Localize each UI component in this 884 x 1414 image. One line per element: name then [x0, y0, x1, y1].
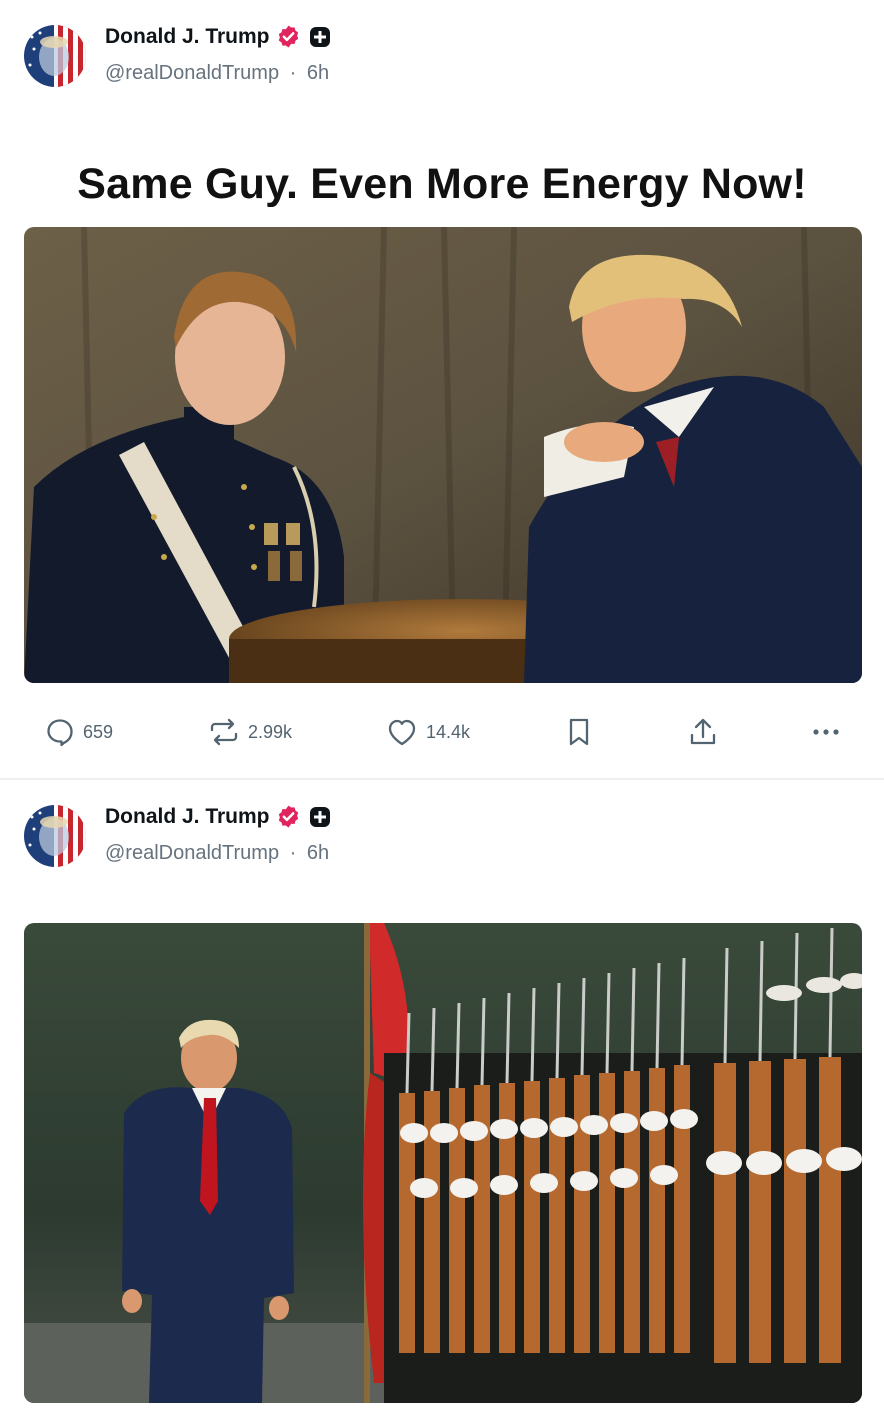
reply-button[interactable]: 659 [45, 712, 113, 752]
author-meta: @realDonaldTrump · 6h [105, 62, 329, 85]
post-image[interactable] [24, 923, 862, 1403]
repost-button[interactable]: 2.99k [208, 712, 292, 752]
avatar[interactable] [24, 805, 86, 867]
post-card[interactable]: Donald J. Trump @realDonaldTrump · 6h [0, 780, 884, 1414]
author-handle[interactable]: @realDonaldTrump [105, 62, 279, 84]
like-count: 14.4k [426, 721, 471, 742]
action-bar: 659 2.99k 14.4k [0, 712, 884, 752]
author-meta: @realDonaldTrump · 6h [105, 842, 329, 865]
meta-separator: · [289, 62, 297, 84]
author-name[interactable]: Donald J. Trump [105, 805, 270, 829]
post-time[interactable]: 6h [307, 842, 329, 864]
post-time[interactable]: 6h [307, 62, 329, 84]
more-options-button[interactable] [811, 712, 841, 752]
more-horizontal-icon [813, 729, 839, 735]
post-headline: Same Guy. Even More Energy Now! [77, 160, 807, 208]
share-upload-icon [690, 718, 716, 745]
verified-badge-icon [278, 805, 298, 828]
bookmark-button[interactable] [566, 712, 592, 752]
meta-separator: · [289, 842, 297, 864]
plus-badge-icon [309, 806, 330, 827]
repost-arrows-icon [210, 718, 238, 746]
author-handle[interactable]: @realDonaldTrump [105, 842, 279, 864]
verified-badge-icon [278, 25, 298, 48]
post-image[interactable] [24, 227, 862, 683]
reply-count: 659 [83, 721, 114, 742]
speech-bubble-icon [47, 719, 73, 747]
plus-badge-icon [309, 26, 330, 47]
repost-count: 2.99k [248, 721, 293, 742]
like-button[interactable]: 14.4k [386, 712, 470, 752]
post-card[interactable]: Donald J. Trump @realDonaldTrump · 6h Sa… [0, 0, 884, 778]
bookmark-icon [569, 718, 589, 746]
avatar[interactable] [24, 25, 86, 87]
heart-icon [388, 719, 416, 746]
author-name[interactable]: Donald J. Trump [105, 25, 270, 49]
share-button[interactable] [688, 712, 718, 752]
